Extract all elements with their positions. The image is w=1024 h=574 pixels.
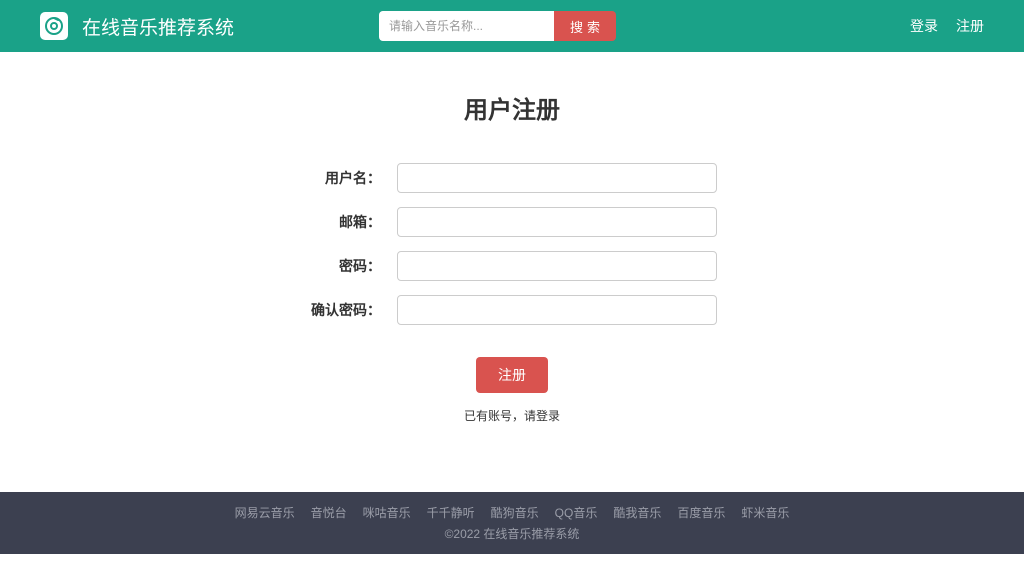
label-username: 用户名：	[152, 168, 397, 188]
footer-links: 网易云音乐 音悦台 咪咕音乐 千千静听 酷狗音乐 QQ音乐 酷我音乐 百度音乐 …	[0, 504, 1024, 521]
nav-right: 登录 注册	[910, 16, 984, 36]
password-input[interactable]	[397, 251, 717, 281]
navbar-content: 在线音乐推荐系统 搜索 登录 注册	[40, 11, 984, 41]
main: 用户注册 用户名： 邮箱： 密码： 确认密码： 注册 已有账号，请登录	[152, 52, 872, 424]
form-row-email: 邮箱：	[152, 207, 872, 237]
login-link[interactable]: 登录	[910, 16, 938, 36]
search-group: 搜索	[379, 11, 616, 41]
footer-copyright: ©2022 在线音乐推荐系统	[0, 525, 1024, 542]
footer-link[interactable]: 千千静听	[427, 504, 475, 521]
footer: 网易云音乐 音悦台 咪咕音乐 千千静听 酷狗音乐 QQ音乐 酷我音乐 百度音乐 …	[0, 492, 1024, 554]
footer-link[interactable]: 虾米音乐	[741, 504, 789, 521]
form-row-confirm-password: 确认密码：	[152, 295, 872, 325]
navbar: 在线音乐推荐系统 搜索 登录 注册	[0, 0, 1024, 52]
username-input[interactable]	[397, 163, 717, 193]
footer-link[interactable]: 网易云音乐	[235, 504, 295, 521]
search-button[interactable]: 搜索	[554, 11, 616, 41]
footer-link[interactable]: QQ音乐	[555, 504, 598, 521]
register-button[interactable]: 注册	[476, 357, 548, 393]
confirm-password-input[interactable]	[397, 295, 717, 325]
email-input[interactable]	[397, 207, 717, 237]
footer-link[interactable]: 百度音乐	[677, 504, 725, 521]
register-link[interactable]: 注册	[956, 16, 984, 36]
footer-link[interactable]: 酷狗音乐	[491, 504, 539, 521]
logo-icon	[40, 12, 68, 40]
footer-link[interactable]: 音悦台	[311, 504, 347, 521]
form-row-password: 密码：	[152, 251, 872, 281]
brand-title: 在线音乐推荐系统	[82, 13, 234, 40]
label-confirm-password: 确认密码：	[152, 300, 397, 320]
footer-link[interactable]: 酷我音乐	[613, 504, 661, 521]
form-row-username: 用户名：	[152, 163, 872, 193]
page-title: 用户注册	[152, 90, 872, 125]
search-input[interactable]	[379, 11, 554, 41]
label-password: 密码：	[152, 256, 397, 276]
footer-link[interactable]: 咪咕音乐	[363, 504, 411, 521]
label-email: 邮箱：	[152, 212, 397, 232]
login-hint[interactable]: 已有账号，请登录	[152, 407, 872, 424]
form-actions: 注册	[152, 357, 872, 393]
